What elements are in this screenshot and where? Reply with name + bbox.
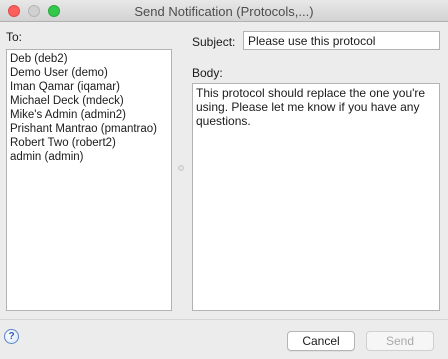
subject-input[interactable]: [243, 31, 440, 50]
body-label: Body:: [192, 66, 223, 80]
recipient-item[interactable]: Deb (deb2): [9, 52, 169, 66]
recipient-item[interactable]: admin (admin): [9, 150, 169, 164]
splitter-handle-icon[interactable]: [178, 165, 184, 171]
recipient-item[interactable]: Iman Qamar (iqamar): [9, 80, 169, 94]
help-icon[interactable]: ?: [4, 329, 19, 344]
window-title: Send Notification (Protocols,...): [134, 4, 314, 19]
subject-label: Subject:: [192, 35, 236, 49]
title-bar: Send Notification (Protocols,...): [0, 0, 448, 22]
recipient-item[interactable]: Robert Two (robert2): [9, 136, 169, 150]
body-textarea[interactable]: This protocol should replace the one you…: [192, 83, 440, 311]
send-notification-dialog: Send Notification (Protocols,...) To: De…: [0, 0, 448, 359]
recipient-item[interactable]: Mike's Admin (admin2): [9, 108, 169, 122]
to-label: To:: [6, 30, 23, 44]
recipient-item[interactable]: Prishant Mantrao (pmantrao): [9, 122, 169, 136]
recipient-item[interactable]: Michael Deck (mdeck): [9, 94, 169, 108]
send-button[interactable]: Send: [366, 331, 434, 351]
recipient-list[interactable]: Deb (deb2) Demo User (demo) Iman Qamar (…: [6, 49, 172, 311]
cancel-button[interactable]: Cancel: [287, 331, 355, 351]
footer-divider: [0, 319, 448, 320]
recipient-item[interactable]: Demo User (demo): [9, 66, 169, 80]
pane-splitter[interactable]: [174, 49, 188, 311]
